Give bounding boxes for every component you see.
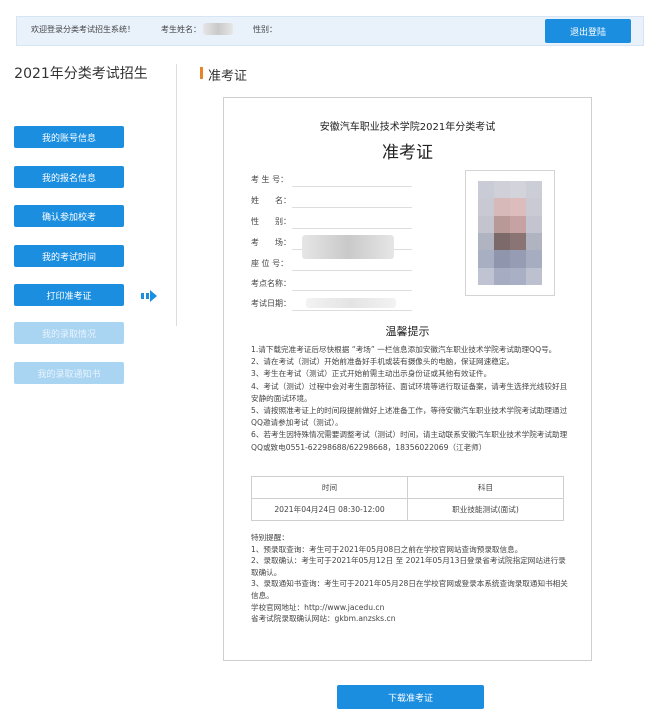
active-arrow-icon xyxy=(141,290,157,302)
field-exam-site: 考点名称： xyxy=(251,279,291,288)
redacted-exam-room xyxy=(302,235,394,259)
tips-title: 温馨提示 xyxy=(385,325,430,338)
sidebar-divider xyxy=(176,64,177,326)
field-gender: 性 别： xyxy=(251,217,291,226)
note-item: 3、录取通知书查询：考生可于2021年05月28日在学校官网或登录本系统查询录取… xyxy=(251,579,568,600)
redacted-exam-date xyxy=(306,298,396,308)
welcome-text: 欢迎登录分类考试招生系统！ xyxy=(31,25,135,34)
field-exam-date: 考试日期： xyxy=(251,299,291,308)
ticket-doc-title: 准考证 xyxy=(382,143,433,163)
field-underline xyxy=(292,228,412,229)
sidebar-item-registration[interactable]: 我的报名信息 xyxy=(14,166,124,188)
candidate-name-value xyxy=(203,23,233,35)
download-ticket-button[interactable]: 下载准考证 xyxy=(337,685,484,709)
candidate-photo xyxy=(465,170,555,296)
section-marker xyxy=(200,67,203,79)
sidebar-item-print-ticket[interactable]: 打印准考证 xyxy=(14,284,124,306)
top-bar: 欢迎登录分类考试招生系统！ 考生姓名： 性别： 退出登陆 xyxy=(16,16,644,46)
field-exam-room: 考 场： xyxy=(251,238,291,247)
field-underline xyxy=(292,310,412,311)
ticket-school-title: 安徽汽车职业技术学院2021年分类考试 xyxy=(319,122,496,133)
note-item: 1、预录取查询：考生可于2021年05月08日之前在学校官网站查询预录取信息。 xyxy=(251,544,523,554)
tip-item: 5、请按照准考证上的时间段提前做好上述准备工作，等待安徽汽车职业技术学院考试助理… xyxy=(251,406,568,428)
tip-item: 6、若考生因特殊情况需要调整考试（测试）时间，请主动联系安徽汽车职业技术学院考试… xyxy=(251,430,568,452)
gender-label: 性别： xyxy=(253,25,277,34)
table-header-row: 时间 科目 xyxy=(251,476,564,499)
tip-item: 1.请下载完准考证后尽快根据 “考场” 一栏信息添加安徽汽车职业技术学院考试助理… xyxy=(251,345,557,354)
column-header-subject: 科目 xyxy=(407,476,564,499)
tip-item: 3、考生在考试（测试）正式开始前需主动出示身份证或其他有效证件。 xyxy=(251,369,492,379)
note-item: 2、录取确认：考生可于2021年05月12日 至 2021年05月13日登录省考… xyxy=(251,556,566,577)
note-item: 省考试院录取确认网站：gkbm.anzsks.cn xyxy=(251,614,396,624)
sidebar-item-account[interactable]: 我的账号信息 xyxy=(14,126,124,148)
sidebar-item-exam-time[interactable]: 我的考试时间 xyxy=(14,245,124,267)
field-name: 姓 名： xyxy=(251,196,291,205)
sidebar-item-admission-letter[interactable]: 我的录取通知书 xyxy=(14,362,124,384)
sidebar-item-admission-status[interactable]: 我的录取情况 xyxy=(14,322,124,344)
note-item: 特别提醒： xyxy=(251,533,289,542)
section-title: 准考证 xyxy=(208,69,248,84)
tip-item: 2、请在考试（测试）开始前准备好手机或装有摄像头的电脑，保证网速稳定。 xyxy=(251,357,515,367)
field-underline xyxy=(292,186,412,187)
tips-list: 1.请下载完准考证后尽快根据 “考场” 一栏信息添加安徽汽车职业技术学院考试助理… xyxy=(251,344,569,454)
note-item: 学校官网地址：http://www.jacedu.cn xyxy=(251,602,385,612)
sidebar-title: 2021年分类考试招生 xyxy=(14,66,148,82)
field-underline xyxy=(292,207,412,208)
exam-schedule-table: 时间 科目 2021年04月24日 08:30-12:00 职业技能测试(面试) xyxy=(251,476,564,521)
photo-pixelated xyxy=(478,181,542,285)
column-header-time: 时间 xyxy=(251,476,408,499)
table-row: 2021年04月24日 08:30-12:00 职业技能测试(面试) xyxy=(251,498,564,521)
sidebar-item-confirm-exam[interactable]: 确认参加校考 xyxy=(14,205,124,227)
logout-button[interactable]: 退出登陆 xyxy=(545,19,631,43)
field-seat-number: 座 位 号： xyxy=(251,259,289,268)
cell-subject: 职业技能测试(面试) xyxy=(407,498,564,521)
admission-ticket: 安徽汽车职业技术学院2021年分类考试 准考证 考 生 号： 姓 名： 性 别：… xyxy=(223,97,592,661)
tip-item: 4、考试（测试）过程中会对考生面部特征、面试环境等进行取证备案，请考生选择光线较… xyxy=(251,381,568,403)
field-underline xyxy=(292,270,412,271)
candidate-name-label: 考生姓名： xyxy=(161,25,201,34)
cell-time: 2021年04月24日 08:30-12:00 xyxy=(251,498,408,521)
field-exam-number: 考 生 号： xyxy=(251,175,289,184)
special-notes: 特别提醒： 1、预录取查询：考生可于2021年05月08日之前在学校官网站查询预… xyxy=(251,532,569,625)
field-underline xyxy=(292,290,412,291)
